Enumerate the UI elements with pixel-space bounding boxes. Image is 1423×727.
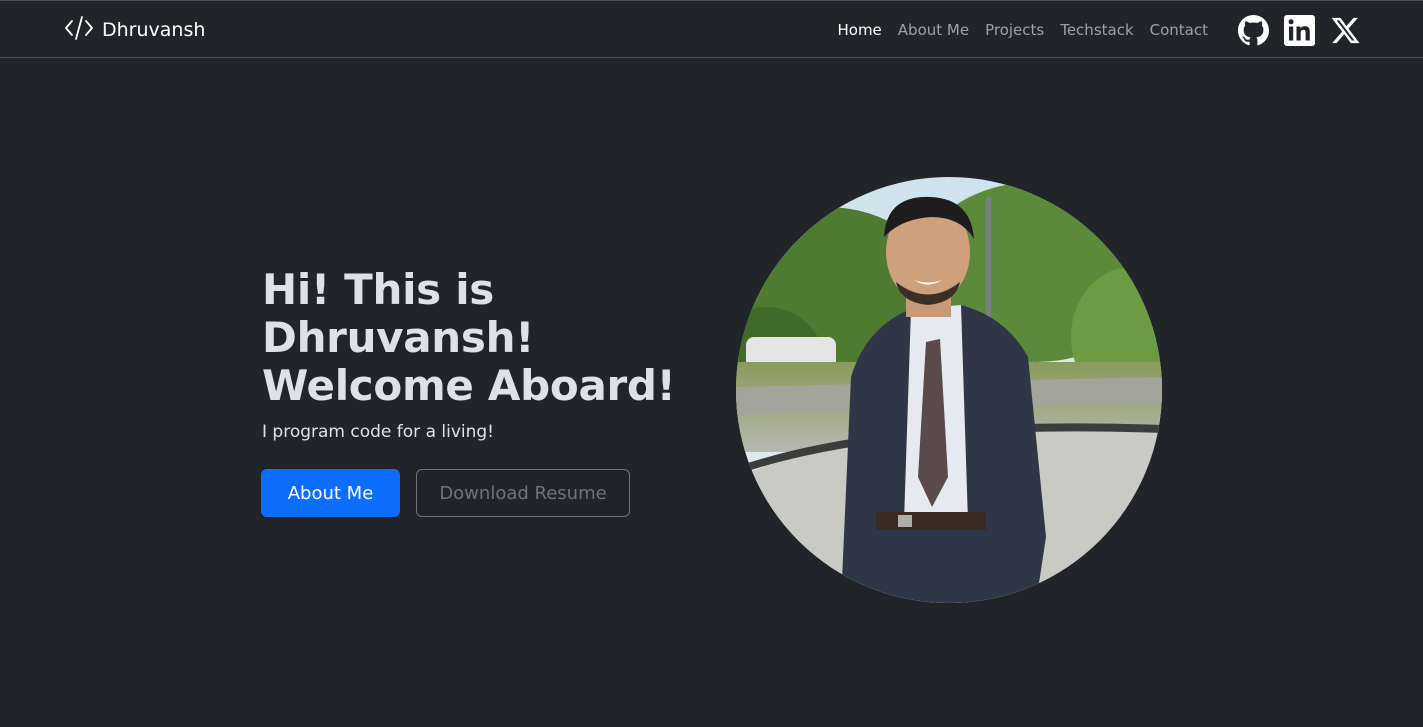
github-icon[interactable] — [1238, 14, 1269, 46]
nav-link-home[interactable]: Home — [837, 21, 881, 39]
hero-section: Hi! This is Dhruvansh! Welcome Aboard! I… — [262, 266, 722, 443]
hero-title-line: Welcome Aboard! — [262, 361, 676, 410]
about-me-button[interactable]: About Me — [261, 469, 400, 517]
download-resume-button[interactable]: Download Resume — [416, 469, 630, 517]
social-links — [1238, 14, 1361, 46]
profile-photo — [736, 177, 1162, 603]
hero-title-line: Hi! This is — [262, 265, 494, 314]
nav-link-about-me[interactable]: About Me — [898, 21, 969, 39]
hero-title: Hi! This is Dhruvansh! Welcome Aboard! — [262, 266, 722, 410]
nav-link-techstack[interactable]: Techstack — [1060, 21, 1133, 39]
brand-link[interactable]: Dhruvansh — [64, 14, 206, 47]
nav-link-projects[interactable]: Projects — [985, 21, 1044, 39]
x-icon[interactable] — [1330, 15, 1361, 46]
brand-name: Dhruvansh — [102, 19, 206, 41]
nav-links: Home About Me Projects Techstack Contact — [837, 18, 1208, 42]
hero-buttons: About Me Download Resume — [261, 469, 630, 517]
nav-link-contact[interactable]: Contact — [1150, 21, 1208, 39]
code-icon — [64, 14, 94, 47]
linkedin-icon[interactable] — [1284, 14, 1315, 46]
hero-subtitle: I program code for a living! — [262, 422, 494, 442]
hero-title-line: Dhruvansh! — [262, 313, 535, 362]
navbar: Dhruvansh Home About Me Projects Techsta… — [0, 0, 1423, 58]
